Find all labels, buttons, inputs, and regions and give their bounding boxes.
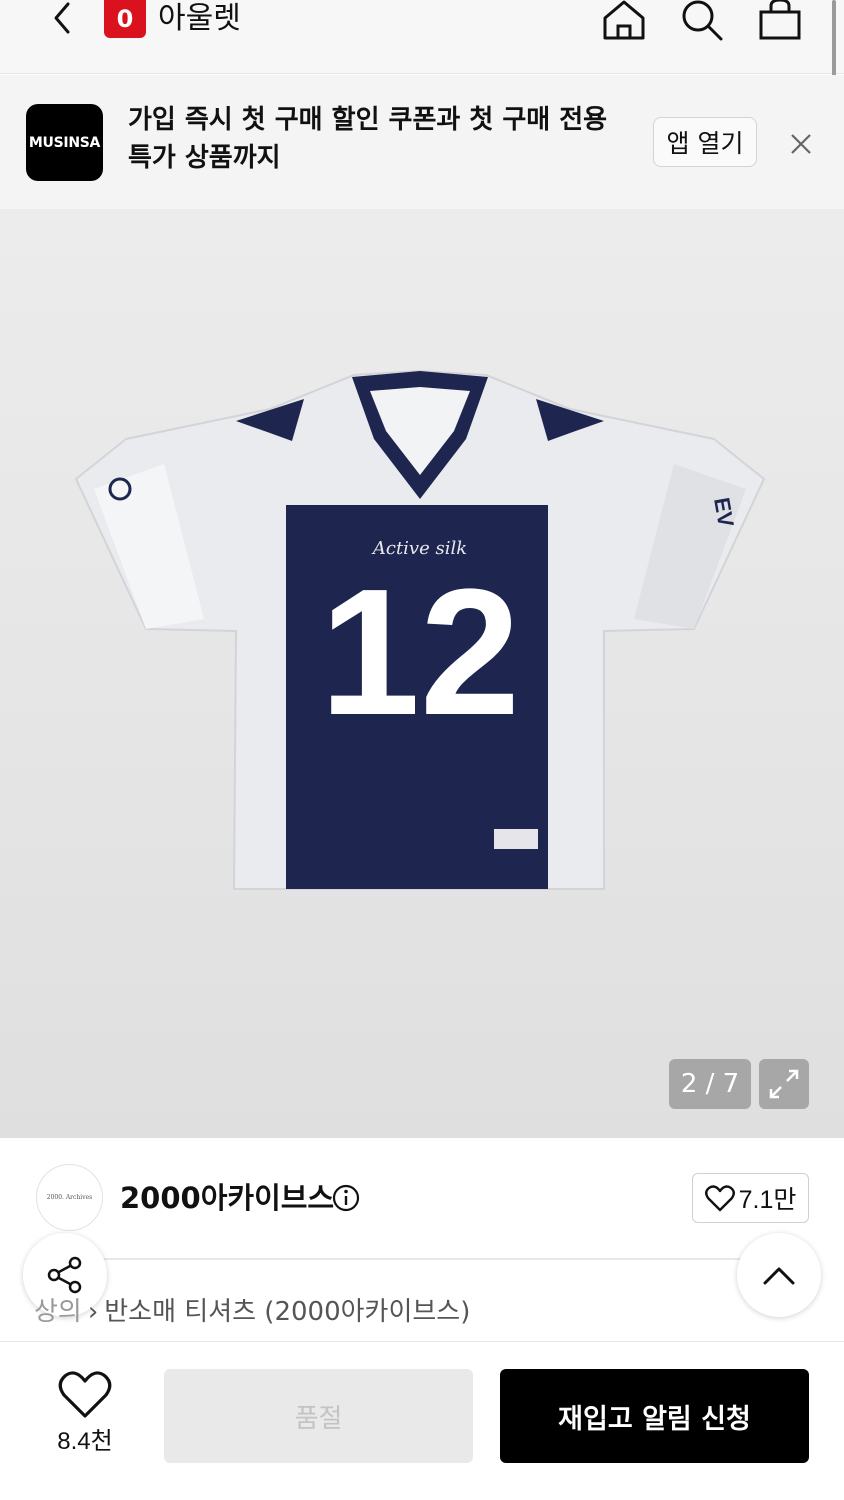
close-icon[interactable] bbox=[784, 127, 818, 161]
home-icon[interactable] bbox=[600, 0, 648, 44]
brand-name[interactable]: 2000아카이브스 bbox=[120, 1178, 334, 1218]
musinsa-logo: MUSINSA bbox=[26, 104, 103, 181]
brand-like-count: 7.1만 bbox=[738, 1186, 797, 1214]
breadcrumb-subcategory[interactable]: 반소매 티셔츠 (2000아카이브스) bbox=[104, 1297, 470, 1327]
heart-icon bbox=[704, 1185, 735, 1212]
chevron-up-icon bbox=[763, 1267, 795, 1285]
brand-like-button[interactable]: 7.1만 bbox=[692, 1173, 809, 1223]
brand-logo[interactable]: 2000. Archives bbox=[36, 1164, 103, 1231]
page-title: 아울렛 bbox=[158, 1, 241, 36]
product-image-gallery[interactable]: Active silk 12 EV 2 / 7 bbox=[0, 209, 844, 1138]
scroll-top-button[interactable] bbox=[737, 1233, 821, 1317]
search-icon[interactable] bbox=[678, 0, 726, 44]
back-chevron-icon[interactable] bbox=[40, 0, 84, 44]
soldout-button: 품절 bbox=[164, 1369, 473, 1463]
bottom-action-bar: 8.4천 품절 재입고 알림 신청 bbox=[0, 1341, 844, 1500]
bag-icon[interactable] bbox=[756, 0, 804, 44]
outlet-logo[interactable]: 0 bbox=[104, 0, 146, 38]
heart-icon[interactable] bbox=[58, 1370, 112, 1420]
app-install-banner: MUSINSA 가입 즉시 첫 구매 할인 쿠폰과 첫 구매 전용 특가 상품까… bbox=[0, 75, 844, 209]
product-info: 2000. Archives 2000아카이브스 7.1만 상의 › 반소매 티셔츠… bbox=[0, 1138, 844, 1348]
restock-alert-button[interactable]: 재입고 알림 신청 bbox=[500, 1369, 809, 1463]
open-app-button[interactable]: 앱 열기 bbox=[653, 117, 757, 167]
jersey-number: 12 bbox=[320, 552, 520, 753]
top-navigation: 0 아울렛 bbox=[0, 0, 844, 95]
product-image-jersey: Active silk 12 EV bbox=[74, 369, 766, 890]
like-count: 8.4천 bbox=[57, 1428, 113, 1455]
svg-text:EV: EV bbox=[709, 496, 739, 530]
breadcrumb-separator: › bbox=[87, 1297, 99, 1327]
breadcrumb-category[interactable]: 상의 bbox=[34, 1297, 82, 1327]
breadcrumb: 상의 › 반소매 티셔츠 (2000아카이브스) bbox=[34, 1294, 470, 1330]
expand-icon[interactable] bbox=[759, 1059, 809, 1109]
image-counter: 2 / 7 bbox=[669, 1059, 751, 1109]
share-icon bbox=[47, 1256, 82, 1294]
divider bbox=[100, 1258, 800, 1260]
info-icon[interactable] bbox=[331, 1183, 361, 1213]
banner-message: 가입 즉시 첫 구매 할인 쿠폰과 첫 구매 전용 특가 상품까지 bbox=[128, 105, 608, 173]
